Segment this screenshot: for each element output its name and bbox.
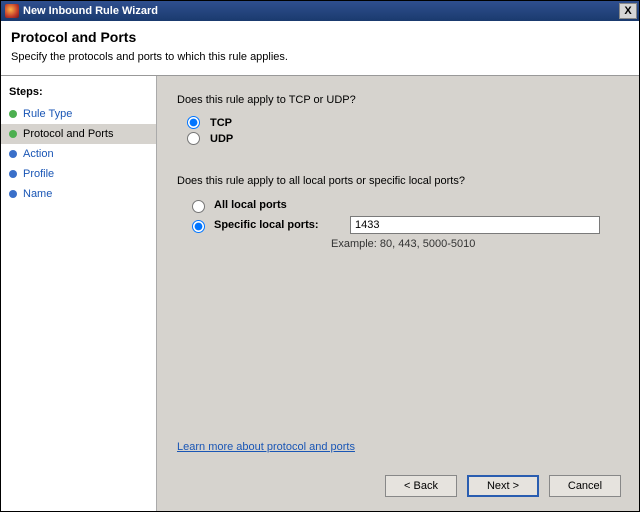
- back-button[interactable]: < Back: [385, 475, 457, 497]
- step-label: Rule Type: [23, 108, 72, 120]
- step-profile[interactable]: Profile: [1, 164, 156, 184]
- main-panel: Does this rule apply to TCP or UDP? TCP …: [157, 76, 639, 511]
- radio-specific-ports-row[interactable]: Specific local ports:: [187, 216, 619, 234]
- close-button[interactable]: X: [619, 3, 637, 19]
- page-title: Protocol and Ports: [11, 29, 629, 45]
- app-icon: [5, 4, 19, 18]
- protocol-question: Does this rule apply to TCP or UDP?: [177, 94, 619, 106]
- bullet-pending-icon: [9, 150, 17, 158]
- next-button[interactable]: Next >: [467, 475, 539, 497]
- radio-udp-row[interactable]: UDP: [187, 132, 619, 145]
- step-name[interactable]: Name: [1, 184, 156, 204]
- cancel-button[interactable]: Cancel: [549, 475, 621, 497]
- learn-more-link[interactable]: Learn more about protocol and ports: [177, 441, 355, 453]
- wizard-body: Steps: Rule Type Protocol and Ports Acti…: [1, 76, 639, 511]
- specific-ports-input[interactable]: [350, 216, 600, 234]
- step-label: Protocol and Ports: [23, 128, 114, 140]
- radio-all-ports-label: All local ports: [214, 199, 287, 211]
- bullet-pending-icon: [9, 190, 17, 198]
- port-example-text: Example: 80, 443, 5000-5010: [331, 238, 619, 250]
- step-label: Profile: [23, 168, 54, 180]
- steps-sidebar: Steps: Rule Type Protocol and Ports Acti…: [1, 76, 157, 511]
- port-question: Does this rule apply to all local ports …: [177, 175, 619, 187]
- titlebar: New Inbound Rule Wizard X: [1, 1, 639, 21]
- page-subtitle: Specify the protocols and ports to which…: [11, 51, 629, 63]
- step-rule-type[interactable]: Rule Type: [1, 104, 156, 124]
- wizard-header: Protocol and Ports Specify the protocols…: [1, 21, 639, 76]
- radio-tcp-row[interactable]: TCP: [187, 116, 619, 129]
- radio-all-ports[interactable]: [192, 200, 205, 213]
- steps-title: Steps:: [1, 82, 156, 104]
- radio-all-ports-row[interactable]: All local ports: [187, 197, 619, 213]
- radio-tcp[interactable]: [187, 116, 200, 129]
- step-action[interactable]: Action: [1, 144, 156, 164]
- wizard-window: New Inbound Rule Wizard X Protocol and P…: [0, 0, 640, 512]
- window-title: New Inbound Rule Wizard: [23, 5, 619, 17]
- radio-specific-ports[interactable]: [192, 220, 205, 233]
- step-label: Action: [23, 148, 54, 160]
- radio-tcp-label: TCP: [210, 117, 232, 129]
- radio-udp[interactable]: [187, 132, 200, 145]
- button-bar: < Back Next > Cancel: [385, 475, 621, 497]
- bullet-pending-icon: [9, 170, 17, 178]
- bullet-current-icon: [9, 130, 17, 138]
- step-label: Name: [23, 188, 52, 200]
- radio-specific-ports-label: Specific local ports:: [214, 219, 344, 231]
- radio-udp-label: UDP: [210, 133, 233, 145]
- bullet-done-icon: [9, 110, 17, 118]
- step-protocol-and-ports[interactable]: Protocol and Ports: [1, 124, 156, 144]
